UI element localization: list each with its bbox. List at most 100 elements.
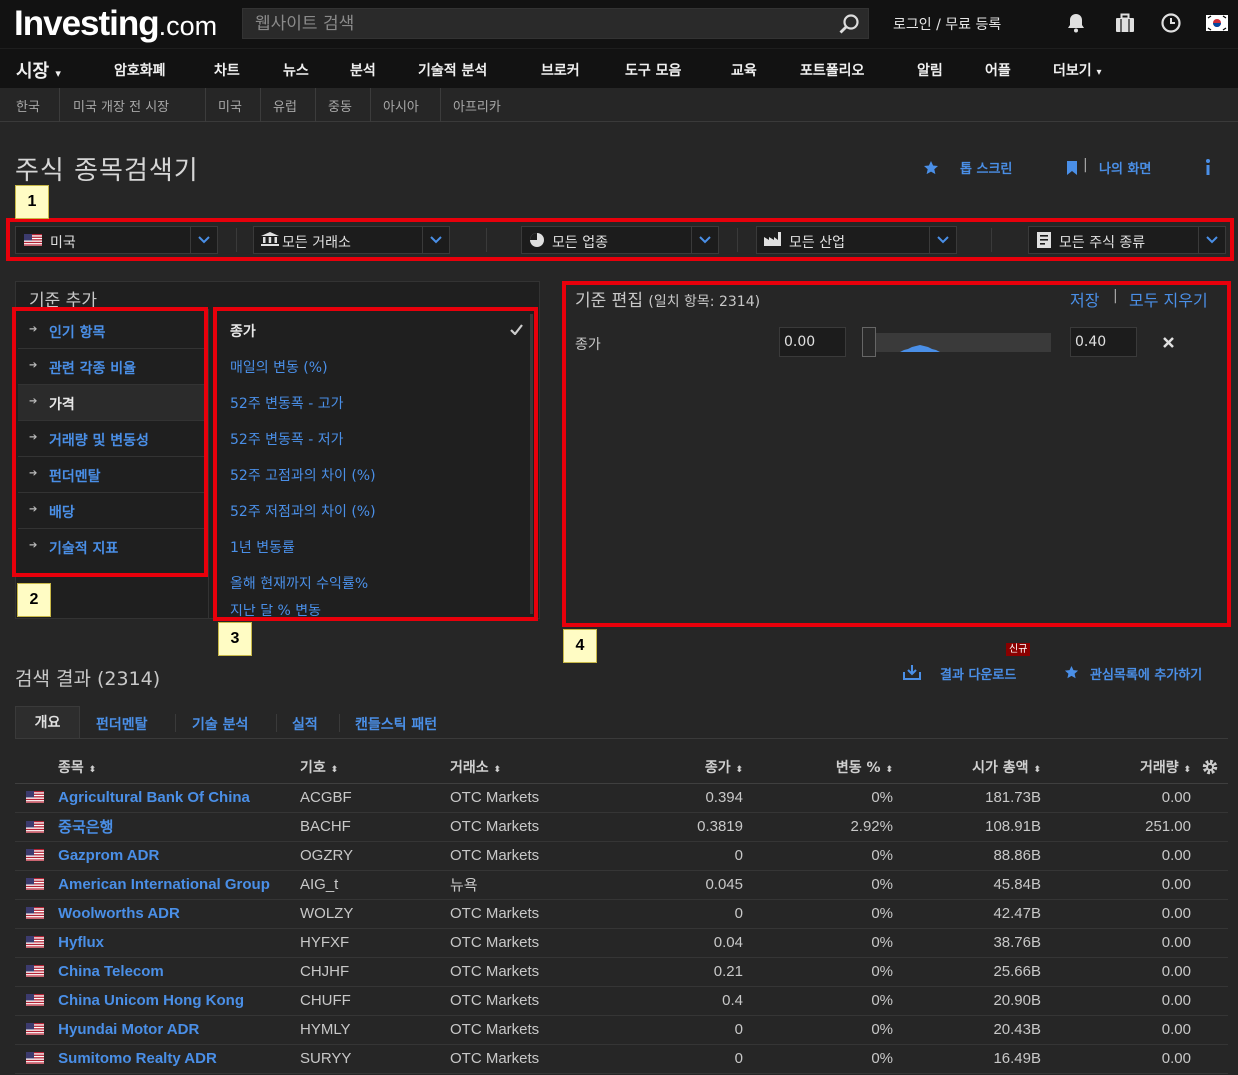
cell-change: 2.92% (743, 812, 893, 842)
nav-brokers[interactable]: 브로커 (541, 60, 580, 80)
tab-fundamental[interactable]: 펀더멘탈 (96, 714, 148, 734)
sub-nav: 한국 미국 개장 전 시장 미국 유럽 중동 아시아 아프리카 (0, 88, 1238, 122)
col-price[interactable]: 종가 ⬍ (615, 751, 743, 784)
search-input[interactable] (255, 12, 815, 36)
subnav-us[interactable]: 미국 (218, 96, 242, 115)
info-icon[interactable] (1203, 158, 1213, 176)
cell-empty (1191, 899, 1228, 929)
nav-crypto[interactable]: 암호화폐 (114, 60, 166, 80)
stock-link[interactable]: Gazprom ADR (58, 847, 159, 864)
cell-price: 0 (615, 899, 743, 929)
results-title: 검색 결과 (2314) (15, 668, 161, 690)
table-row[interactable]: China Unicom Hong Kong CHUFF OTC Markets 0.… (15, 986, 1228, 1016)
annotation-tag-3: 3 (218, 622, 252, 656)
table-row[interactable]: 중국은행 BACHF OTC Markets 0.3819 2.92% 108.91B 25… (15, 812, 1228, 842)
nav-news[interactable]: 뉴스 (283, 60, 309, 80)
cell-market-cap: 108.91B (893, 812, 1041, 842)
download-results-button[interactable]: 결과 다운로드 (940, 664, 1016, 683)
sort-icon: ⬍ (735, 764, 743, 775)
nav-portfolio[interactable]: 포트폴리오 (800, 60, 864, 80)
col-exchange[interactable]: 거래소 ⬍ (450, 751, 615, 784)
table-row[interactable]: Woolworths ADR WOLZY OTC Markets 0 0% 42.47B 0… (15, 899, 1228, 929)
col-symbol[interactable]: 기호 ⬍ (300, 751, 450, 784)
nav-education[interactable]: 교육 (731, 60, 757, 80)
table-row[interactable]: Hyflux HYFXF OTC Markets 0.04 0% 38.76B 0.00 (15, 928, 1228, 958)
logo[interactable]: Investing.com (14, 4, 217, 44)
star-icon (924, 161, 938, 175)
briefcase-icon[interactable] (1114, 12, 1136, 34)
cell-symbol: CHJHF (300, 957, 450, 987)
us-flag-icon (26, 907, 44, 919)
search-icon[interactable] (838, 13, 860, 35)
cell-symbol: ACGBF (300, 783, 450, 813)
subnav-europe[interactable]: 유럽 (273, 96, 297, 115)
stock-link[interactable]: China Unicom Hong Kong (58, 992, 244, 1009)
cell-name: Hyundai Motor ADR (15, 1015, 300, 1045)
nav-analysis[interactable]: 분석 (350, 60, 376, 80)
my-screen-link[interactable]: 나의 화면 (1099, 158, 1151, 177)
cell-exchange: OTC Markets (450, 841, 615, 871)
stock-link[interactable]: 중국은행 (58, 819, 113, 836)
us-flag-icon (26, 878, 44, 890)
stock-link[interactable]: Hyundai Motor ADR (58, 1021, 199, 1038)
divider (59, 88, 60, 122)
clock-icon[interactable] (1160, 12, 1182, 34)
tab-overview[interactable]: 개요 (15, 706, 80, 739)
table-row[interactable]: Sumitomo Realty ADR SURYY OTC Markets 0 0% 16… (15, 1044, 1228, 1074)
nav-technical[interactable]: 기술적 분석 (418, 60, 487, 80)
cell-name: China Telecom (15, 957, 300, 987)
cell-empty (1191, 812, 1228, 842)
nav-more[interactable]: 더보기 ▾ (1053, 60, 1102, 80)
annotation-box-1 (6, 218, 1234, 261)
table-row[interactable]: American International Group AIG_t 뉴욕 0.045… (15, 870, 1228, 900)
subnav-asia[interactable]: 아시아 (383, 96, 419, 115)
nav-market[interactable]: 시장 ▾ (16, 57, 61, 83)
top-screen-link[interactable]: 톱 스크린 (960, 158, 1012, 177)
stock-link[interactable]: Agricultural Bank Of China (58, 789, 250, 806)
add-to-watchlist-button[interactable]: 관심목록에 추가하기 (1090, 664, 1202, 683)
korea-flag-icon[interactable] (1206, 15, 1228, 31)
subnav-middle-east[interactable]: 중동 (328, 96, 352, 115)
subnav-africa[interactable]: 아프리카 (453, 96, 501, 115)
cell-price: 0.045 (615, 870, 743, 900)
stock-link[interactable]: Woolworths ADR (58, 905, 180, 922)
gear-icon[interactable] (1200, 757, 1220, 777)
search-box[interactable] (242, 8, 869, 39)
tab-technical[interactable]: 기술 분석 (192, 714, 248, 734)
login-register-link[interactable]: 로그인 / 무료 등록 (893, 14, 1001, 34)
cell-change: 0% (743, 957, 893, 987)
table-row[interactable]: Hyundai Motor ADR HYMLY OTC Markets 0 0% 20.4… (15, 1015, 1228, 1045)
tab-earnings[interactable]: 실적 (292, 714, 318, 734)
divider (15, 738, 1228, 739)
table-header: 종목 ⬍ 기호 ⬍ 거래소 ⬍ 종가 ⬍ 변동 % ⬍ 시가 총액 ⬍ 거래량 … (15, 751, 1228, 784)
subnav-korea[interactable]: 한국 (16, 96, 40, 115)
us-flag-icon (26, 936, 44, 948)
col-name[interactable]: 종목 ⬍ (15, 751, 300, 784)
table-row[interactable]: Gazprom ADR OGZRY OTC Markets 0 0% 88.86B 0.00 (15, 841, 1228, 871)
cell-empty (1191, 957, 1228, 987)
divider (276, 714, 277, 732)
col-market-cap[interactable]: 시가 총액 ⬍ (893, 751, 1041, 784)
us-flag-icon (26, 1052, 44, 1064)
annotation-box-3 (213, 307, 538, 621)
subnav-us-premarket[interactable]: 미국 개장 전 시장 (73, 96, 169, 115)
nav-alerts[interactable]: 알림 (917, 60, 943, 80)
cell-market-cap: 38.76B (893, 928, 1041, 958)
page-title: 주식 종목검색기 (15, 156, 199, 186)
nav-apps[interactable]: 어플 (985, 60, 1011, 80)
nav-charts[interactable]: 차트 (214, 60, 240, 80)
stock-link[interactable]: Sumitomo Realty ADR (58, 1050, 217, 1067)
table-row[interactable]: Agricultural Bank Of China ACGBF OTC Marke… (15, 783, 1228, 813)
col-volume[interactable]: 거래량 ⬍ (1041, 751, 1191, 784)
col-change[interactable]: 변동 % ⬍ (743, 751, 893, 784)
bell-icon[interactable] (1065, 12, 1087, 34)
stock-link[interactable]: China Telecom (58, 963, 164, 980)
table-row[interactable]: China Telecom CHJHF OTC Markets 0.21 0% 25.66… (15, 957, 1228, 987)
stock-link[interactable]: Hyflux (58, 934, 104, 951)
cell-name: American International Group (15, 870, 300, 900)
nav-tools[interactable]: 도구 모음 (625, 60, 681, 80)
stock-link[interactable]: American International Group (58, 876, 270, 893)
tab-candlestick[interactable]: 캔들스틱 패턴 (355, 714, 437, 734)
download-icon[interactable] (902, 663, 922, 681)
cell-empty (1191, 783, 1228, 813)
